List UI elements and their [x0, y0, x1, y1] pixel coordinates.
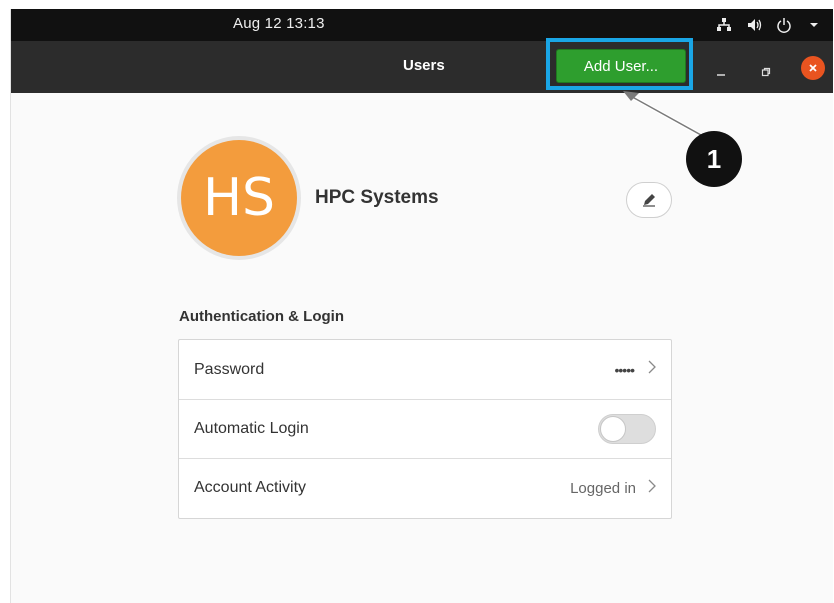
- user-name: HPC Systems: [315, 187, 439, 208]
- avatar-button[interactable]: HS: [177, 136, 301, 260]
- chevron-right-icon: [648, 479, 656, 498]
- add-user-button[interactable]: Add User...: [556, 49, 686, 83]
- automatic-login-toggle[interactable]: [598, 414, 656, 444]
- account-activity-row[interactable]: Account Activity Logged in: [179, 458, 671, 517]
- settings-window: Aug 12 13:13 Users Add User... 1 HS HPC …: [10, 9, 833, 603]
- volume-icon[interactable]: [745, 16, 763, 34]
- account-activity-value: Logged in: [570, 479, 636, 497]
- system-top-bar: Aug 12 13:13: [11, 9, 833, 41]
- close-icon: [809, 64, 817, 72]
- auth-section-title: Authentication & Login: [179, 308, 344, 325]
- auth-list: Password ••••• Automatic Login Account A…: [178, 339, 672, 519]
- power-icon[interactable]: [775, 16, 793, 34]
- account-activity-label: Account Activity: [194, 479, 307, 496]
- edit-name-button[interactable]: [626, 182, 672, 218]
- avatar: HS: [181, 140, 297, 256]
- password-label: Password: [194, 360, 265, 378]
- minimize-icon: [717, 74, 725, 76]
- clock[interactable]: Aug 12 13:13: [233, 15, 325, 32]
- page-title: Users: [403, 57, 445, 74]
- chevron-right-icon: [648, 360, 656, 379]
- minimize-button[interactable]: [710, 61, 732, 83]
- password-value: •••••: [614, 361, 634, 378]
- chevron-down-icon[interactable]: [805, 16, 823, 34]
- automatic-login-row: Automatic Login: [179, 399, 671, 458]
- callout-badge: 1: [686, 131, 742, 187]
- restore-icon: [761, 67, 771, 77]
- pencil-icon: [643, 194, 655, 207]
- toggle-knob: [600, 416, 626, 442]
- automatic-login-label: Automatic Login: [194, 420, 309, 437]
- network-icon[interactable]: [715, 16, 733, 34]
- system-tray[interactable]: [715, 16, 823, 34]
- close-button[interactable]: [801, 56, 825, 80]
- maximize-button[interactable]: [755, 61, 777, 83]
- password-row[interactable]: Password •••••: [179, 340, 671, 399]
